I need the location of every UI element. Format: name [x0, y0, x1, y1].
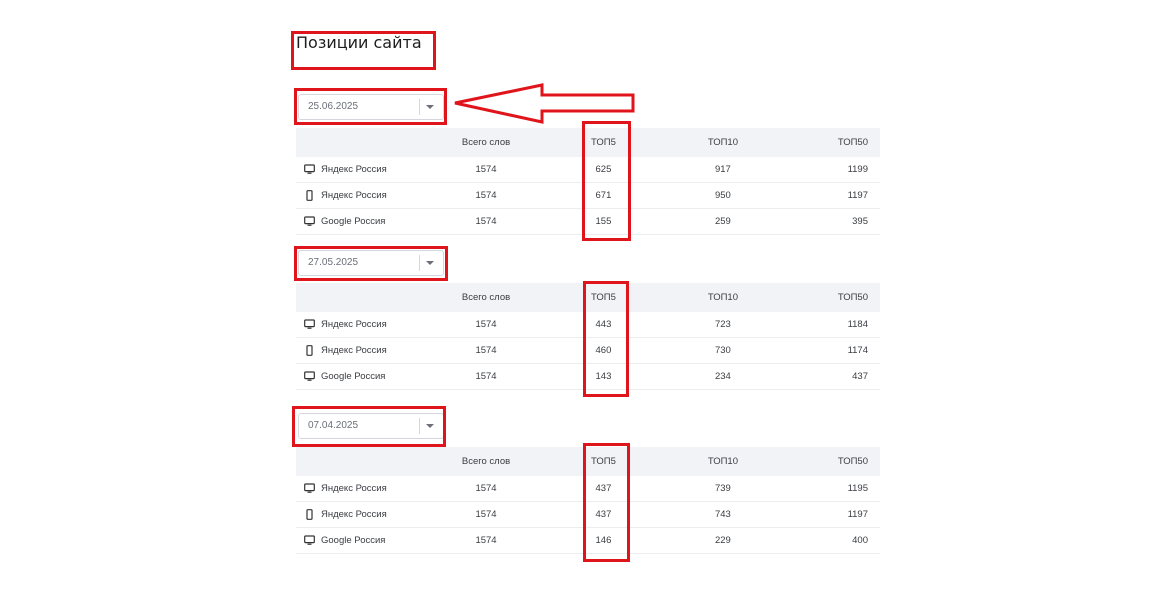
table-row: Яндекс Россия 1574 671 950 1197: [296, 182, 880, 209]
chevron-down-icon: [426, 424, 434, 428]
top50-value: 1197: [771, 182, 880, 209]
top10-value: 723: [674, 312, 772, 338]
top50-value: 1197: [771, 501, 880, 528]
table-row: Google Россия 1574 143 234 437: [296, 363, 880, 390]
mobile-icon: [306, 509, 313, 520]
chevron-down-icon: [426, 261, 434, 265]
table-header-row: Всего слов ТОП5 ТОП10 ТОП50: [296, 283, 880, 312]
header-top50: ТОП50: [771, 283, 880, 312]
engine-name: Яндекс Россия: [321, 509, 387, 520]
total-value: 1574: [439, 363, 533, 390]
top10-value: 259: [674, 208, 772, 235]
top5-value: 671: [532, 182, 675, 209]
date-select-value: 07.04.2025: [308, 420, 359, 431]
header-engine: [296, 283, 440, 312]
engine-name: Google Россия: [321, 371, 386, 382]
date-select-3[interactable]: 07.04.2025: [298, 413, 444, 439]
top5-value: 443: [532, 312, 675, 338]
top5-value: 437: [532, 476, 675, 502]
date-select-1[interactable]: 25.06.2025: [298, 94, 444, 120]
top50-value: 1174: [771, 337, 880, 364]
table-row: Google Россия 1574 155 259 395: [296, 208, 880, 235]
header-top10: ТОП10: [674, 447, 772, 476]
desktop-icon: [304, 371, 315, 381]
table-row: Яндекс Россия 1574 437 739 1195: [296, 476, 880, 502]
top5-value: 437: [532, 501, 675, 528]
total-value: 1574: [439, 208, 533, 235]
top10-value: 917: [674, 157, 772, 183]
table-row: Google Россия 1574 146 229 400: [296, 527, 880, 554]
engine-name: Яндекс Россия: [321, 190, 387, 201]
desktop-icon: [304, 535, 315, 545]
desktop-icon: [304, 164, 315, 174]
table-row: Яндекс Россия 1574 443 723 1184: [296, 312, 880, 338]
total-value: 1574: [439, 312, 533, 338]
mobile-icon: [306, 190, 313, 201]
header-engine: [296, 447, 440, 476]
annotation-arrow: [454, 83, 635, 124]
top5-value: 143: [532, 363, 675, 390]
desktop-icon: [304, 319, 315, 329]
header-top10: ТОП10: [674, 128, 772, 157]
header-top50: ТОП50: [771, 447, 880, 476]
table-row: Яндекс Россия 1574 437 743 1197: [296, 501, 880, 528]
chevron-down-icon: [426, 105, 434, 109]
top10-value: 234: [674, 363, 772, 390]
positions-table-2: Всего слов ТОП5 ТОП10 ТОП50 Яндекс Росси…: [296, 283, 880, 390]
top5-value: 155: [532, 208, 675, 235]
header-top50: ТОП50: [771, 128, 880, 157]
header-engine: [296, 128, 440, 157]
table-row: Яндекс Россия 1574 460 730 1174: [296, 337, 880, 364]
engine-name: Google Россия: [321, 216, 386, 227]
engine-name: Яндекс Россия: [321, 483, 387, 494]
top10-value: 229: [674, 527, 772, 554]
positions-table-1: Всего слов ТОП5 ТОП10 ТОП50 Яндекс Росси…: [296, 128, 880, 235]
top10-value: 730: [674, 337, 772, 364]
table-header-row: Всего слов ТОП5 ТОП10 ТОП50: [296, 447, 880, 476]
desktop-icon: [304, 216, 315, 226]
total-value: 1574: [439, 527, 533, 554]
total-value: 1574: [439, 337, 533, 364]
header-top10: ТОП10: [674, 283, 772, 312]
top50-value: 1184: [771, 312, 880, 338]
desktop-icon: [304, 483, 315, 493]
header-top5: ТОП5: [532, 447, 675, 476]
date-select-value: 25.06.2025: [308, 101, 359, 112]
total-value: 1574: [439, 476, 533, 502]
total-value: 1574: [439, 182, 533, 209]
engine-name: Яндекс Россия: [321, 319, 387, 330]
engine-name: Google Россия: [321, 535, 386, 546]
top10-value: 739: [674, 476, 772, 502]
total-value: 1574: [439, 157, 533, 183]
header-total: Всего слов: [439, 447, 533, 476]
date-select-2[interactable]: 27.05.2025: [298, 250, 444, 276]
top10-value: 743: [674, 501, 772, 528]
table-header-row: Всего слов ТОП5 ТОП10 ТОП50: [296, 128, 880, 157]
top50-value: 437: [771, 363, 880, 390]
engine-name: Яндекс Россия: [321, 345, 387, 356]
header-total: Всего слов: [439, 128, 533, 157]
top50-value: 400: [771, 527, 880, 554]
top50-value: 1199: [771, 157, 880, 183]
header-total: Всего слов: [439, 283, 533, 312]
header-top5: ТОП5: [532, 128, 675, 157]
header-top5: ТОП5: [532, 283, 675, 312]
total-value: 1574: [439, 501, 533, 528]
engine-name: Яндекс Россия: [321, 164, 387, 175]
top50-value: 1195: [771, 476, 880, 502]
top50-value: 395: [771, 208, 880, 235]
top10-value: 950: [674, 182, 772, 209]
page-title: Позиции сайта: [296, 33, 422, 52]
top5-value: 625: [532, 157, 675, 183]
top5-value: 146: [532, 527, 675, 554]
top5-value: 460: [532, 337, 675, 364]
date-select-value: 27.05.2025: [308, 257, 359, 268]
table-row: Яндекс Россия 1574 625 917 1199: [296, 157, 880, 183]
positions-table-3: Всего слов ТОП5 ТОП10 ТОП50 Яндекс Росси…: [296, 447, 880, 554]
mobile-icon: [306, 345, 313, 356]
